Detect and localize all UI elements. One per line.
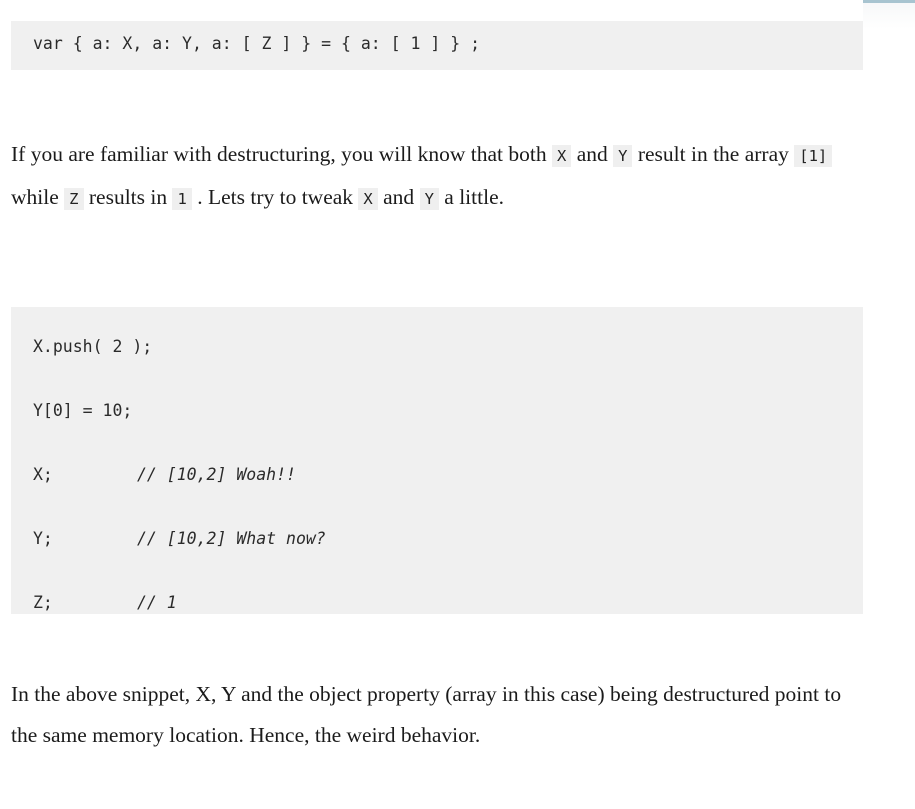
paragraph-text-segment: a little. [438, 184, 504, 209]
code-line: Y[0] = 10; [11, 376, 863, 440]
code-line: Y; // [10,2] What now? [11, 504, 863, 568]
inline-code-one: 1 [172, 187, 192, 210]
top-divider-shade [863, 3, 915, 29]
inline-code-array-one: [1] [794, 144, 833, 167]
paragraph-text-segment: If you are familiar with destructuring, … [11, 141, 552, 166]
paragraph-text-segment: and [377, 184, 420, 209]
paragraph-text-segment: result in the array [632, 141, 795, 166]
code-statement: Z; [33, 592, 53, 612]
code-line: X.push( 2 ); [11, 307, 863, 376]
paragraph-text-segment: results in [83, 184, 173, 209]
inline-code-y: Y [613, 144, 633, 167]
paragraph-text-segment: and [571, 141, 614, 166]
paragraph-destructuring-explanation: If you are familiar with destructuring, … [11, 134, 871, 220]
code-block-mutation-demo: X.push( 2 ); Y[0] = 10; X; // [10,2] Woah!!… [11, 306, 863, 614]
inline-code-y-2: Y [419, 187, 439, 210]
paragraph-text-segment: . Lets try to tweak [191, 184, 359, 209]
code-line: var { a: X, a: Y, a: [ Z ] } = { a: [ 1 … [33, 33, 481, 53]
code-line: Z; // 1 [11, 568, 863, 632]
paragraph-text-segment: while [11, 184, 65, 209]
paragraph-memory-location-explanation: In the above snippet, X, Y and the objec… [11, 681, 842, 747]
code-block-destructuring-declaration: var { a: X, a: Y, a: [ Z ] } = { a: [ 1 … [11, 20, 863, 70]
inline-code-x: X [551, 144, 572, 167]
code-statement: X; [33, 464, 53, 484]
code-line: X; // [10,2] Woah!! [11, 440, 863, 504]
inline-code-z: Z [64, 187, 84, 210]
code-statement: Y[0] = 10; [33, 400, 133, 420]
code-comment: // 1 [137, 592, 177, 612]
code-comment: // [10,2] What now? [137, 528, 326, 548]
code-statement: X.push( 2 ); [33, 336, 153, 356]
code-statement: Y; [33, 528, 53, 548]
code-comment: // [10,2] Woah!! [137, 464, 296, 484]
inline-code-x-2: X [358, 187, 378, 210]
